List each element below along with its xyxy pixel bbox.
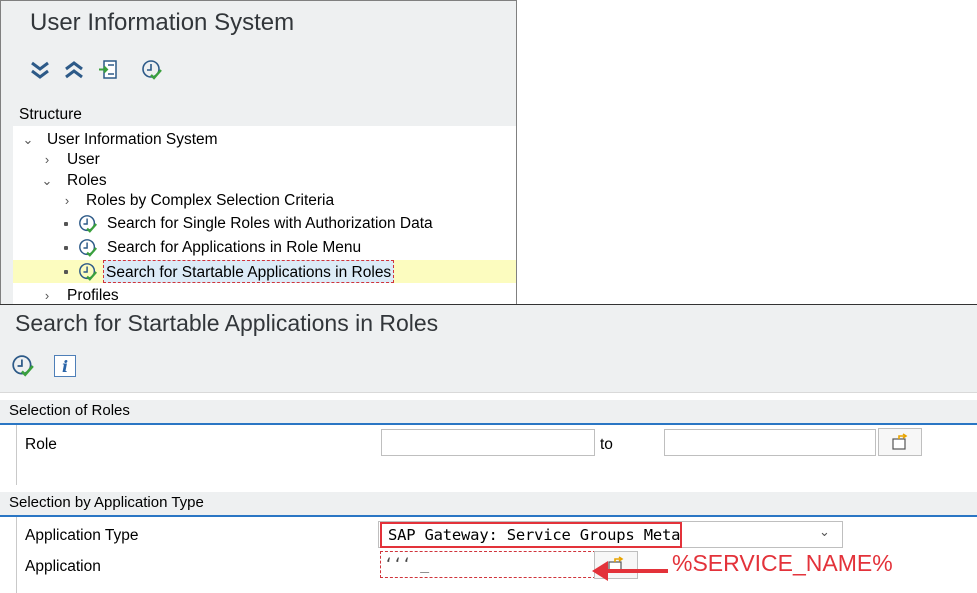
tree-bullet [64,222,68,226]
tree-node-label: Search for Applications in Role Menu [107,239,362,256]
role-to-input[interactable] [664,429,876,456]
tree-node-label: Search for Startable Applications in Rol… [103,260,395,283]
structure-tree: Structure ⌄ User Information System › Us… [13,102,516,308]
expand-all-button[interactable] [23,56,57,84]
collapse-all-icon [65,61,83,79]
window-title: User Information System [30,9,295,36]
app-type-label: Application Type [25,527,139,544]
tree-node-label: User [67,151,100,168]
tree-node-startable-apps[interactable]: Search for Startable Applications in Rol… [13,260,516,283]
annotation-arrow-icon [592,561,668,581]
role-from-input[interactable] [381,429,595,456]
execute-icon [142,60,162,80]
tree-node-label: Search for Single Roles with Authorizati… [107,215,433,232]
page-title: Search for Startable Applications in Rol… [15,310,439,336]
to-label: to [600,436,613,453]
find-in-tree-icon [99,60,117,79]
chevron-down-icon[interactable]: ⌄ [819,524,830,540]
section-body: Role to [0,423,977,485]
tree-node-user[interactable]: › User [13,148,516,171]
tree-toolbar [23,56,169,84]
execute-icon [79,215,98,233]
tree-bullet [64,270,68,274]
info-icon: i [61,356,69,376]
app-type-selected-value: SAP Gateway: Service Groups Metadata [380,522,682,548]
execute-icon [12,355,34,377]
chevron-right-icon[interactable]: › [60,189,74,212]
section-title: Selection by Application Type [0,492,977,515]
execute-button[interactable] [135,56,169,84]
annotation-label: %SERVICE_NAME% [672,550,893,576]
tree-bullet [64,246,68,250]
tree-node-single-roles-auth[interactable]: Search for Single Roles with Authorizati… [13,212,516,235]
user-info-system-window: User Information System Structure ⌄ User… [0,0,517,309]
application-label: Application [25,558,101,575]
info-button[interactable]: i [54,355,76,377]
execute-icon [79,239,98,257]
chevron-right-icon[interactable]: › [40,148,54,171]
tree-node-label: Roles by Complex Selection Criteria [86,192,335,209]
find-in-tree-button[interactable] [91,56,125,84]
application-input[interactable]: ‘‘‘ _ [380,551,596,578]
multiple-selection-icon [892,433,908,450]
tree-node-apps-in-role-menu[interactable]: Search for Applications in Role Menu [13,236,516,259]
execute-icon [79,263,98,281]
role-field-row: Role to [16,428,977,459]
window-header: Search for Startable Applications in Rol… [0,304,977,343]
role-label: Role [25,436,57,453]
collapse-all-button[interactable] [57,56,91,84]
tree-header: Structure [13,102,516,126]
multiple-selection-button[interactable] [878,428,922,456]
section-title: Selection of Roles [0,400,977,423]
execute-button[interactable] [10,353,36,379]
selection-of-roles-section: Selection of Roles Role to [0,400,977,485]
tree-node-roles-complex-criteria[interactable]: › Roles by Complex Selection Criteria [13,189,516,212]
report-toolbar: i [0,343,977,393]
expand-all-icon [31,61,49,79]
